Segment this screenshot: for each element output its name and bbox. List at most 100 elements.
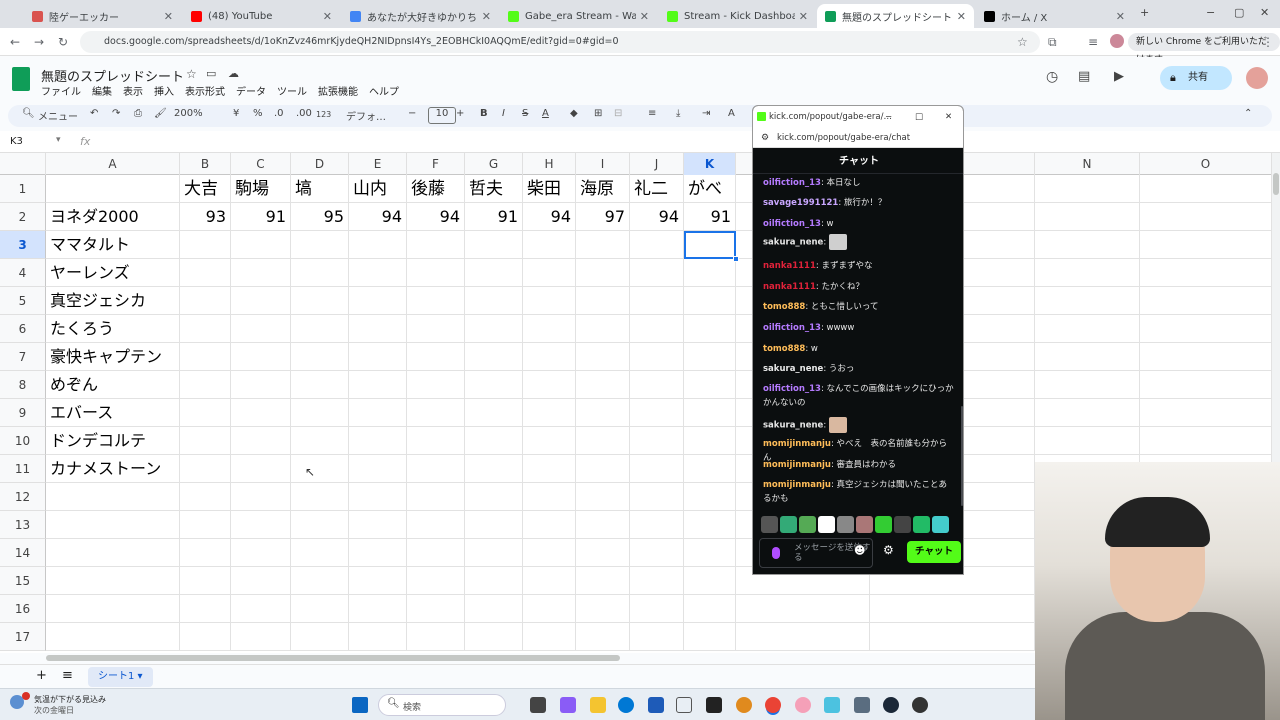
grid-cell[interactable] — [736, 595, 870, 623]
chrome-icon[interactable] — [765, 697, 781, 713]
chat-username[interactable]: nanka1111 — [763, 282, 816, 292]
grid-cell[interactable] — [231, 427, 291, 455]
grid-cell[interactable] — [523, 231, 576, 259]
steam-icon[interactable] — [883, 697, 899, 713]
grid-cell[interactable]: 大吉 — [180, 175, 231, 203]
name-box-dropdown-icon[interactable]: ▾ — [56, 135, 61, 145]
grid-cell[interactable] — [1140, 343, 1272, 371]
paint-format-icon[interactable]: 🖌︎ — [154, 108, 167, 119]
grid-cell[interactable] — [576, 595, 630, 623]
menu-item[interactable]: 挿入 — [154, 83, 174, 98]
grid-cell[interactable] — [180, 567, 231, 595]
grid-cell[interactable] — [684, 483, 736, 511]
row-header[interactable]: 7 — [0, 343, 46, 371]
grid-cell[interactable] — [523, 539, 576, 567]
grid-cell[interactable]: 塙 — [291, 175, 349, 203]
grid-cell[interactable] — [1035, 399, 1140, 427]
sheets-logo-icon[interactable] — [12, 67, 30, 91]
menu-item[interactable]: データ — [236, 83, 266, 98]
site-info-icon[interactable]: ⚙︎ — [761, 128, 769, 148]
column-header[interactable]: O — [1140, 153, 1272, 175]
grid-cell[interactable] — [465, 483, 523, 511]
grid-cell[interactable] — [576, 315, 630, 343]
emote-button[interactable] — [799, 516, 816, 533]
grid-cell[interactable] — [523, 371, 576, 399]
grid-cell[interactable] — [46, 175, 180, 203]
grid-cell[interactable] — [407, 231, 465, 259]
grid-cell[interactable]: 94 — [349, 203, 407, 231]
grid-cell[interactable] — [465, 259, 523, 287]
grid-cell[interactable] — [180, 511, 231, 539]
grid-cell[interactable]: 山内 — [349, 175, 407, 203]
grid-cell[interactable] — [291, 427, 349, 455]
grid-cell[interactable]: エバース — [46, 399, 180, 427]
grid-cell[interactable] — [523, 511, 576, 539]
grid-cell[interactable] — [180, 483, 231, 511]
maximize-icon[interactable]: □ — [915, 106, 923, 128]
menu-search[interactable]: メニュー — [38, 108, 78, 123]
grid-cell[interactable] — [1140, 315, 1272, 343]
grid-cell[interactable] — [1140, 371, 1272, 399]
grid-cell[interactable] — [684, 399, 736, 427]
grid-cell[interactable] — [231, 623, 291, 651]
grid-cell[interactable]: 95 — [291, 203, 349, 231]
grid-cell[interactable] — [180, 315, 231, 343]
chat-username[interactable]: oilfiction_13 — [763, 219, 821, 229]
tab-close-icon[interactable]: ✕ — [323, 10, 332, 23]
grid-cell[interactable] — [291, 511, 349, 539]
grid-cell[interactable] — [465, 231, 523, 259]
grid-cell[interactable] — [180, 455, 231, 483]
menu-item[interactable]: 拡張機能 — [318, 83, 358, 98]
grid-cell[interactable] — [407, 595, 465, 623]
menu-item[interactable]: ツール — [277, 83, 307, 98]
fill-color-icon[interactable]: ◆ — [570, 108, 578, 119]
tab-close-icon[interactable]: ✕ — [957, 10, 966, 23]
column-header[interactable]: G — [465, 153, 523, 175]
grid-cell[interactable] — [1035, 371, 1140, 399]
grid-cell[interactable] — [630, 259, 684, 287]
weather-line1[interactable]: 気温が下がる見込み — [34, 694, 106, 705]
grid-cell[interactable] — [630, 595, 684, 623]
grid-cell[interactable] — [630, 539, 684, 567]
grid-cell[interactable] — [576, 483, 630, 511]
percent-format[interactable]: % — [253, 108, 263, 119]
grid-cell[interactable] — [870, 595, 1035, 623]
grid-cell[interactable] — [684, 623, 736, 651]
grid-cell[interactable] — [291, 371, 349, 399]
emote-button[interactable] — [780, 516, 797, 533]
grid-cell[interactable]: 後藤 — [407, 175, 465, 203]
grid-cell[interactable] — [349, 399, 407, 427]
grid-cell[interactable] — [630, 231, 684, 259]
grid-cell[interactable] — [630, 427, 684, 455]
grid-cell[interactable] — [630, 399, 684, 427]
app-icon-3[interactable] — [736, 697, 752, 713]
profile-avatar[interactable] — [1110, 34, 1124, 48]
row-header[interactable]: 12 — [0, 483, 46, 511]
grid-cell[interactable] — [180, 623, 231, 651]
grid-cell[interactable]: 91 — [465, 203, 523, 231]
grid-cell[interactable] — [180, 399, 231, 427]
chat-username[interactable]: sakura_nene — [763, 364, 823, 374]
grid-cell[interactable] — [523, 399, 576, 427]
grid-cell[interactable]: 94 — [630, 203, 684, 231]
grid-cell[interactable] — [291, 287, 349, 315]
grid-cell[interactable] — [576, 259, 630, 287]
grid-cell[interactable] — [291, 231, 349, 259]
chat-username[interactable]: oilfiction_13 — [763, 384, 821, 394]
browser-tab[interactable]: ホーム / X ✕ — [976, 4, 1133, 28]
grid-cell[interactable] — [1140, 399, 1272, 427]
grid-cell[interactable] — [465, 287, 523, 315]
grid-cell[interactable] — [291, 483, 349, 511]
select-all-corner[interactable] — [0, 153, 46, 175]
grid-cell[interactable] — [180, 231, 231, 259]
row-header[interactable]: 10 — [0, 427, 46, 455]
collapse-toolbar-icon[interactable]: ⌃ — [1244, 108, 1252, 119]
grid-cell[interactable] — [523, 287, 576, 315]
grid-cell[interactable] — [407, 371, 465, 399]
browser-tab[interactable]: Gabe_era Stream - Watch Live ✕ — [500, 4, 657, 28]
column-header[interactable]: D — [291, 153, 349, 175]
grid-cell[interactable] — [465, 315, 523, 343]
grid-cell[interactable] — [684, 595, 736, 623]
zoom-select[interactable]: 200% — [174, 108, 203, 119]
row-header[interactable]: 14 — [0, 539, 46, 567]
